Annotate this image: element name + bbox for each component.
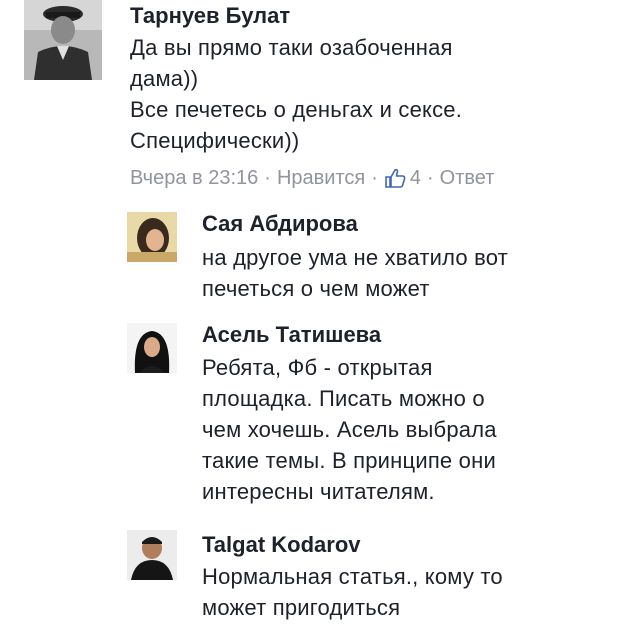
comment-text-line: печеться о чем может bbox=[202, 276, 430, 301]
comment-text-line: Все печетесь о деньгах и сексе. bbox=[130, 97, 463, 122]
comment-text-line: Ребята, Фб - открытая bbox=[202, 355, 433, 380]
comment-text-line: Специфически)) bbox=[130, 128, 300, 153]
avatar-photo bbox=[127, 212, 177, 262]
like-count[interactable]: 4 bbox=[410, 164, 421, 192]
avatar[interactable] bbox=[127, 530, 177, 580]
comment-text-line: такие темы. В принципе они bbox=[202, 448, 496, 473]
comment-author[interactable]: Talgat Kodarov bbox=[202, 531, 361, 559]
comment-text-line: чем хочешь. Асель выбрала bbox=[202, 417, 497, 442]
comment-text-line: Нормальная статья., кому то bbox=[202, 564, 503, 589]
comment-text: Нормальная статья., кому то может пригод… bbox=[202, 561, 503, 623]
comment-text-line: интересны читателям. bbox=[202, 479, 435, 504]
comment-author[interactable]: Асель Татишева bbox=[202, 321, 381, 349]
avatar-photo bbox=[127, 530, 177, 580]
comment-meta: Вчера в 23:16 · Нравится · 4 · Ответ bbox=[130, 164, 494, 192]
like-button[interactable]: Нравится bbox=[277, 164, 365, 192]
thumbs-up-icon[interactable] bbox=[384, 167, 406, 189]
reply-button[interactable]: Ответ bbox=[440, 164, 495, 192]
avatar[interactable] bbox=[24, 0, 102, 80]
comment-text: Да вы прямо таки озабоченная дама)) Все … bbox=[130, 32, 462, 156]
comment-text: Ребята, Фб - открытая площадка. Писать м… bbox=[202, 352, 497, 507]
comment-text: на другое ума не хватило вот печеться о … bbox=[202, 242, 508, 304]
avatar[interactable] bbox=[127, 212, 177, 262]
separator-dot: · bbox=[371, 167, 378, 189]
comment-author[interactable]: Тарнуев Булат bbox=[130, 2, 290, 30]
comment-text-line: на другое ума не хватило вот bbox=[202, 245, 509, 270]
separator-dot: · bbox=[427, 167, 434, 189]
avatar-photo bbox=[127, 323, 177, 373]
comment-text-line: Да вы прямо таки озабоченная bbox=[130, 35, 453, 60]
separator-dot: · bbox=[264, 167, 271, 189]
comment-text-line: дама)) bbox=[130, 66, 199, 91]
avatar-photo bbox=[24, 0, 102, 80]
comment-author[interactable]: Сая Абдирова bbox=[202, 210, 358, 238]
comment-text-line: может пригодиться bbox=[202, 595, 401, 620]
comment-timestamp[interactable]: Вчера в 23:16 bbox=[130, 164, 258, 192]
avatar[interactable] bbox=[127, 323, 177, 373]
comment-text-line: площадка. Писать можно о bbox=[202, 386, 485, 411]
